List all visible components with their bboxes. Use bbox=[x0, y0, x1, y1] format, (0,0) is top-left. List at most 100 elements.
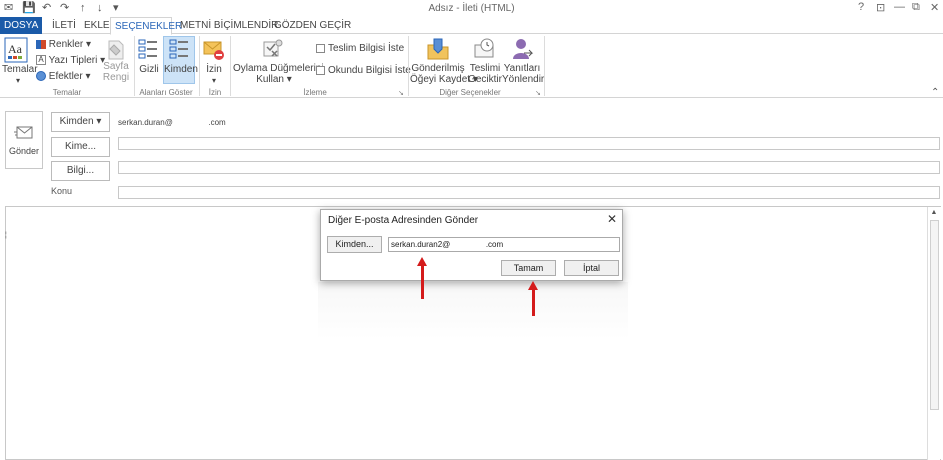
tab-dosya[interactable]: DOSYA bbox=[0, 17, 42, 34]
gizli-label: Gizli bbox=[139, 64, 159, 75]
dialog-address-field[interactable]: serkan.duran2@ .com bbox=[388, 237, 620, 252]
ribbon-tabs: DOSYA İLETİ EKLE SEÇENEKLER METNİ BİÇİML… bbox=[0, 17, 943, 35]
yanitlari-yonlendir-button[interactable]: Yanıtları Yönlendir bbox=[502, 37, 545, 85]
title-bar: ✉ 💾 ↶ ↷ ↑ ↓ ▾ Adsız - İleti (HTML) ? ⊡ —… bbox=[0, 0, 943, 17]
annotation-arrow-address bbox=[421, 265, 424, 299]
teslimi-geciktir-button[interactable]: Teslimi Geciktir bbox=[468, 37, 502, 85]
checkbox-icon[interactable] bbox=[316, 65, 325, 75]
scrollbar-thumb[interactable] bbox=[930, 220, 939, 410]
yazi-tipleri-label: Yazı Tipleri bbox=[48, 55, 98, 66]
send-envelope-icon bbox=[14, 126, 33, 139]
bilgi-button[interactable]: Bilgi... bbox=[51, 161, 110, 181]
okundu-bilgisi-label: Okundu Bilgisi İste bbox=[328, 65, 411, 76]
group-separator bbox=[544, 36, 545, 96]
scroll-up-icon[interactable]: ▲ bbox=[928, 207, 940, 218]
teslim-bilgisi-label: Teslim Bilgisi İste bbox=[328, 43, 405, 54]
close-button[interactable]: ✕ bbox=[930, 1, 939, 14]
tab-ekle[interactable]: EKLE bbox=[80, 17, 114, 34]
kimden-label: Kimden bbox=[59, 116, 94, 127]
restore-button[interactable]: ⧉ bbox=[912, 1, 920, 14]
kimden-toggle-button[interactable]: Kimden bbox=[163, 36, 198, 84]
group-label-izin: İzin bbox=[208, 88, 222, 97]
kimden-toggle-label: Kimden bbox=[164, 64, 198, 75]
collapse-ribbon-icon[interactable]: ⌃ bbox=[931, 87, 939, 98]
oylama-dugmeleri-button[interactable]: Oylama Düğmelerini Kullan ▾ bbox=[233, 37, 324, 85]
group-separator bbox=[408, 36, 409, 96]
send-label: Gönder bbox=[8, 146, 40, 156]
from-field-icon bbox=[169, 39, 188, 59]
teslimi-label-1: Teslimi bbox=[469, 63, 501, 74]
tab-gozden-gecir[interactable]: GÖZDEN GEÇİR bbox=[270, 17, 355, 34]
kimden-dropdown-button[interactable]: Kimden ▾ bbox=[51, 112, 110, 132]
dialog-ok-button[interactable]: Tamam bbox=[501, 260, 556, 276]
themes-icon: Aa bbox=[4, 37, 28, 63]
tab-ileti[interactable]: İLETİ bbox=[48, 17, 80, 34]
send-from-dialog: Diğer E-posta Adresinden Gönder ✕ Kimden… bbox=[320, 209, 623, 281]
renkler-label: Renkler bbox=[48, 39, 84, 50]
to-field[interactable] bbox=[118, 137, 940, 150]
group-separator bbox=[134, 36, 135, 96]
dialog-kimden-button[interactable]: Kimden... bbox=[327, 236, 382, 253]
save-sent-item-icon bbox=[427, 38, 449, 60]
dialog-title: Diğer E-posta Adresinden Gönder bbox=[328, 215, 479, 226]
direct-replies-icon bbox=[513, 39, 534, 59]
group-label-alanlari-goster: Alanları Göster bbox=[139, 88, 193, 97]
effects-icon bbox=[36, 71, 46, 82]
send-button[interactable]: Gönder bbox=[5, 111, 43, 169]
dialog-close-icon[interactable]: ✕ bbox=[607, 212, 617, 226]
svg-text:Aa: Aa bbox=[8, 42, 23, 56]
chevron-down-icon: ▾ bbox=[15, 76, 20, 85]
colors-icon bbox=[36, 39, 46, 49]
oylama-label-1: Oylama Düğmelerini bbox=[233, 63, 324, 74]
dialog-launcher-icon[interactable]: ↘ bbox=[535, 89, 541, 97]
gonderilmis-ogeyi-kaydet-button[interactable]: Gönderilmiş Öğeyi Kaydet ▾ bbox=[410, 37, 478, 85]
chevron-down-icon: ▾ bbox=[96, 116, 102, 127]
group-separator bbox=[230, 36, 231, 96]
vertical-scrollbar[interactable]: ▲ bbox=[927, 207, 940, 460]
temalar-button[interactable]: Aa Temalar ▾ bbox=[2, 37, 38, 86]
tab-metni-bicimlendir[interactable]: METNİ BİÇİMLENDİR bbox=[176, 17, 282, 34]
kime-button[interactable]: Kime... bbox=[51, 137, 110, 157]
renkler-button[interactable]: Renkler ▾ bbox=[36, 38, 91, 52]
chevron-down-icon: ▾ bbox=[211, 76, 216, 85]
izin-button[interactable]: İzin ▾ bbox=[202, 37, 226, 86]
ribbon-display-options-button[interactable]: ⊡ bbox=[876, 1, 885, 14]
page-color-icon bbox=[108, 40, 124, 60]
gonderilmis-label-1: Gönderilmiş bbox=[411, 63, 465, 74]
group-label-temalar: Temalar bbox=[52, 88, 82, 97]
dialog-shadow bbox=[318, 282, 628, 340]
bcc-field-icon bbox=[138, 39, 157, 59]
help-button[interactable]: ? bbox=[858, 1, 864, 13]
yanitlari-label-1: Yanıtları bbox=[503, 63, 541, 74]
teslimi-label-2: Geciktir bbox=[468, 74, 502, 85]
oylama-label-2: Kullan bbox=[256, 74, 284, 85]
cc-field[interactable] bbox=[118, 161, 940, 174]
gizli-button[interactable]: Gizli bbox=[137, 37, 161, 75]
from-address: serkan.duran@ .com bbox=[118, 118, 226, 127]
dialog-launcher-icon[interactable]: ↘ bbox=[398, 89, 404, 97]
yanitlari-label-2: Yönlendir bbox=[502, 74, 545, 85]
group-label-diger-secenekler: Diğer Seçenekler bbox=[439, 88, 501, 97]
yazi-tipleri-button[interactable]: A Yazı Tipleri ▾ bbox=[36, 54, 105, 68]
window-title: Adsız - İleti (HTML) bbox=[428, 3, 515, 14]
gonderilmis-label-2: Öğeyi Kaydet bbox=[410, 74, 471, 85]
teslim-bilgisi-checkbox[interactable]: Teslim Bilgisi İste bbox=[316, 42, 404, 56]
checkbox-icon[interactable] bbox=[316, 43, 325, 53]
subject-field[interactable] bbox=[118, 186, 940, 199]
permission-icon bbox=[203, 41, 224, 60]
efektler-label: Efektler bbox=[48, 71, 83, 82]
subject-label: Konu bbox=[51, 186, 73, 196]
minimize-button[interactable]: — bbox=[894, 1, 905, 13]
delay-delivery-icon bbox=[474, 38, 494, 58]
fonts-icon: A bbox=[36, 55, 46, 66]
sayfa-rengi-button[interactable]: Sayfa Rengi bbox=[101, 37, 131, 83]
temalar-label: Temalar bbox=[2, 64, 38, 75]
okundu-bilgisi-checkbox[interactable]: Okundu Bilgisi İste bbox=[316, 64, 411, 78]
dialog-cancel-button[interactable]: İptal bbox=[564, 260, 619, 276]
chevron-down-icon: ▾ bbox=[86, 39, 92, 50]
efektler-button[interactable]: Efektler ▾ bbox=[36, 70, 91, 84]
chevron-down-icon: ▾ bbox=[286, 74, 292, 85]
tab-secenekler[interactable]: SEÇENEKLER bbox=[110, 17, 182, 35]
sayfa-rengi-label-1: Sayfa bbox=[103, 61, 129, 72]
group-label-izleme: İzleme bbox=[303, 88, 327, 97]
